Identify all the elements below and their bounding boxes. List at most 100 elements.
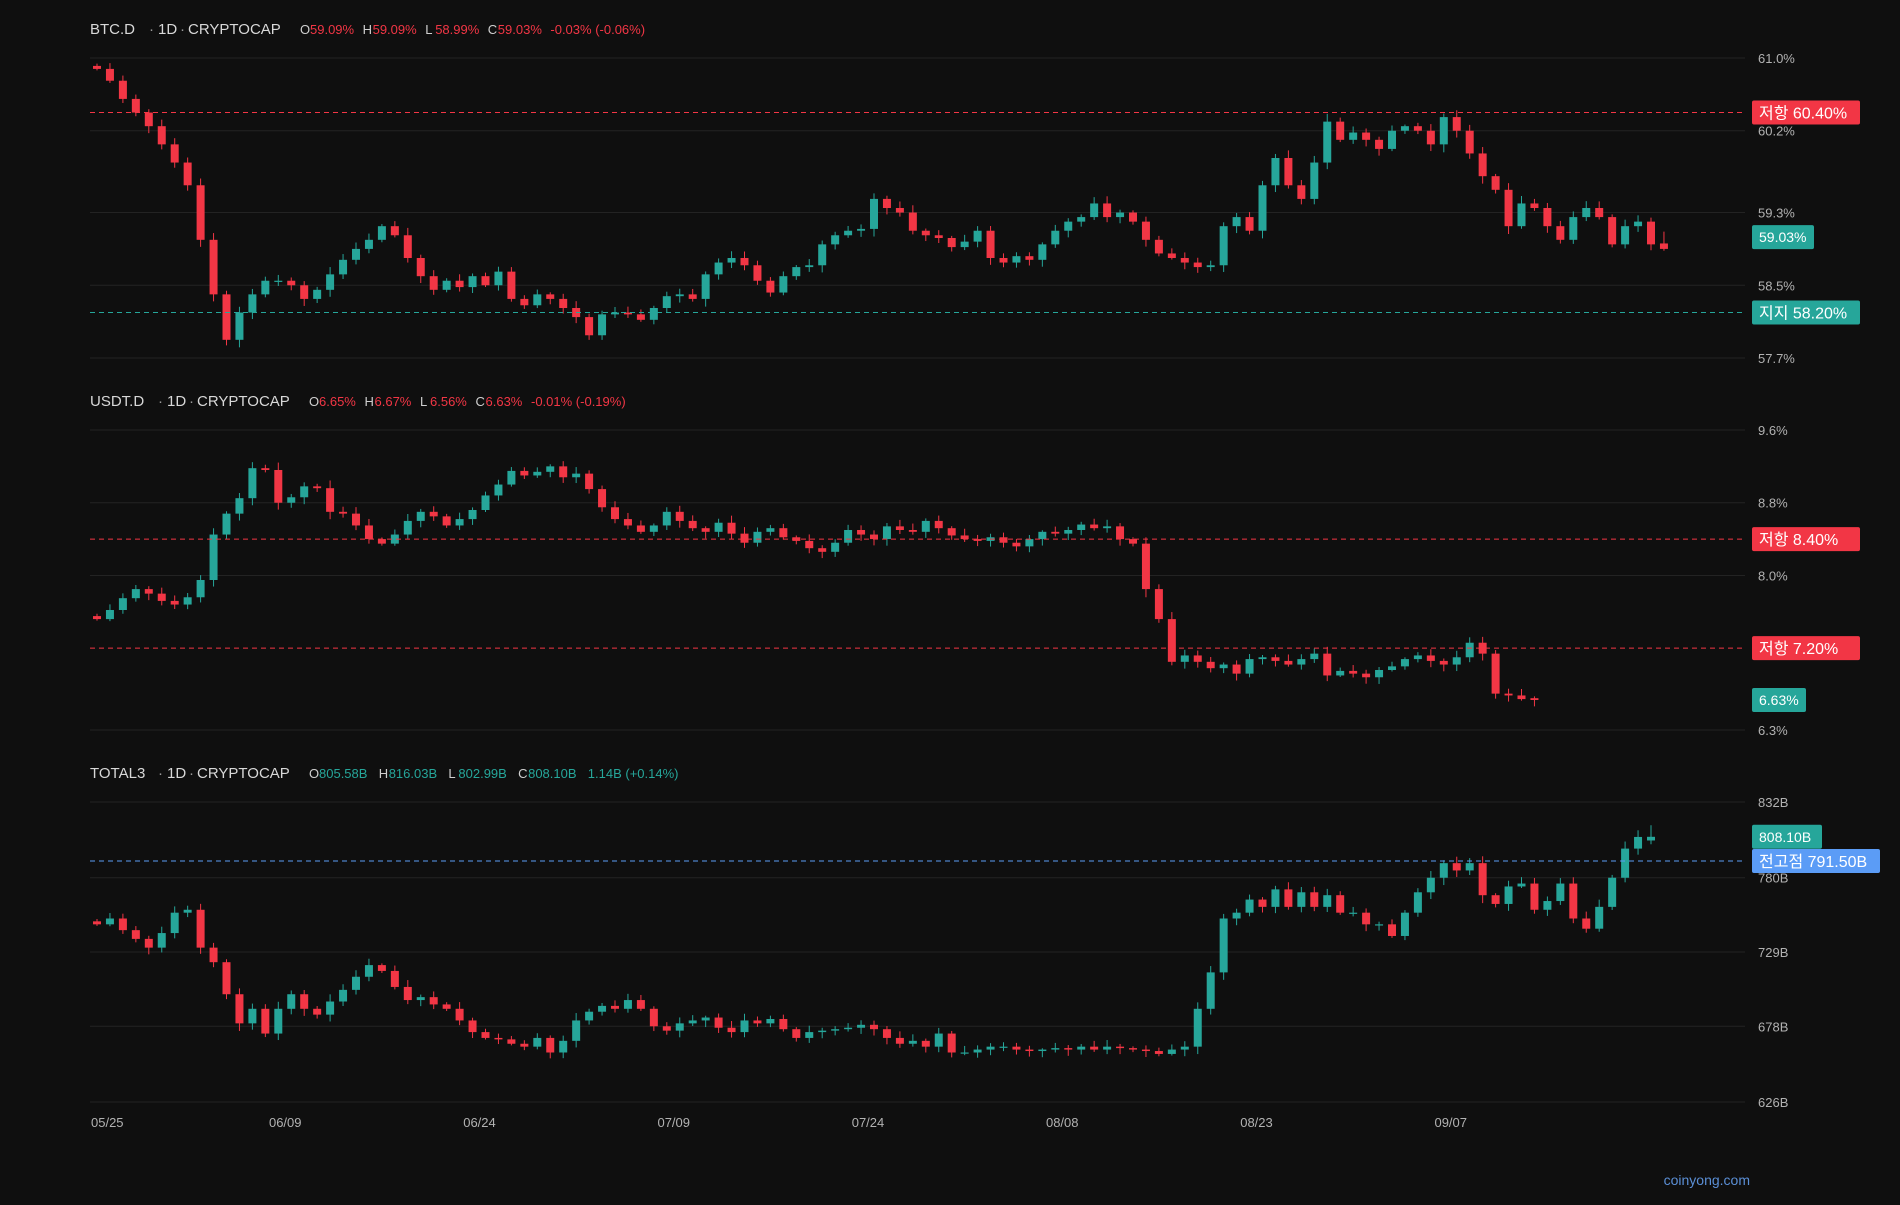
candle xyxy=(572,1020,581,1041)
candle xyxy=(1129,539,1137,544)
y-tick-label: 9.6% xyxy=(1758,423,1788,438)
chart-panel-btcd[interactable]: 61.0%60.2%59.3%58.5%57.7%BTC.D · 1D · CRYPTO… xyxy=(90,21,1860,366)
candle xyxy=(157,933,166,948)
ohlc-value-c: 59.03% xyxy=(498,22,543,37)
candle xyxy=(494,484,503,496)
candle xyxy=(377,226,386,240)
symbol-name: TOTAL3 xyxy=(90,765,145,782)
candle xyxy=(1245,659,1254,674)
candle xyxy=(507,271,516,299)
candle xyxy=(1219,226,1228,266)
resistance-level[interactable]: 저항 7.20% xyxy=(90,636,1860,661)
candle xyxy=(339,259,348,275)
support-level[interactable]: 지지 58.20% xyxy=(90,300,1860,325)
candle xyxy=(196,909,205,948)
candle xyxy=(442,1004,451,1009)
candle xyxy=(1232,664,1241,674)
candle xyxy=(442,516,451,526)
candle xyxy=(520,298,529,306)
candle xyxy=(352,248,360,260)
candle xyxy=(1595,906,1604,929)
candle xyxy=(636,314,645,320)
watermark-link[interactable]: coinyong.com xyxy=(1664,1172,1750,1188)
candle xyxy=(1413,126,1422,131)
candle xyxy=(1388,130,1396,149)
candle xyxy=(235,498,244,514)
candle xyxy=(1491,176,1500,190)
candle xyxy=(546,466,555,472)
candle xyxy=(533,294,542,306)
candle xyxy=(300,994,309,1009)
candle xyxy=(1336,670,1345,676)
candle xyxy=(1297,892,1306,907)
candle xyxy=(1310,653,1319,660)
candle xyxy=(662,511,671,526)
y-tick-label: 678B xyxy=(1758,1019,1788,1034)
candle xyxy=(390,226,399,236)
candle xyxy=(585,1011,594,1021)
ohlc-value-c: 808.10B xyxy=(528,766,576,781)
candle xyxy=(364,525,373,540)
y-tick-label: 6.3% xyxy=(1758,723,1788,738)
candle xyxy=(546,1037,555,1053)
candle xyxy=(1491,653,1500,694)
candle xyxy=(209,947,218,963)
candle xyxy=(973,230,982,242)
ohlc-key: L xyxy=(425,22,432,37)
ohlc-key: C xyxy=(476,394,485,409)
candle xyxy=(300,285,309,299)
candle xyxy=(701,528,710,532)
candle xyxy=(1038,1049,1047,1052)
candle xyxy=(429,997,438,1005)
candle xyxy=(1038,244,1047,260)
candle xyxy=(1530,203,1539,208)
candle xyxy=(805,540,814,549)
multi-chart-panel[interactable]: 61.0% 60.2% 59.3% 58.5% 57.7% BTC.D · 1D · CRYPTO… xyxy=(0,0,1900,1200)
candle xyxy=(947,528,956,536)
candle xyxy=(1167,1049,1176,1054)
candles xyxy=(93,461,1539,707)
candle xyxy=(921,1040,930,1047)
candle xyxy=(118,598,127,610)
y-tick-label: 8.0% xyxy=(1758,568,1788,583)
candle xyxy=(908,212,917,231)
candle xyxy=(921,520,930,532)
candle xyxy=(261,1008,270,1034)
candle xyxy=(1375,670,1384,678)
chart-canvas[interactable]: 61.0%60.2%59.3%58.5%57.7%BTC.D · 1D · CRYPTO… xyxy=(0,0,1900,1200)
last-price-label: 808.10B xyxy=(1759,829,1811,845)
candle xyxy=(1193,262,1202,268)
candle xyxy=(326,1001,335,1015)
candle xyxy=(170,912,179,934)
candle xyxy=(455,519,464,526)
candle xyxy=(546,294,555,299)
candle xyxy=(1400,659,1409,667)
candle xyxy=(1154,589,1163,620)
ohlc-key: H xyxy=(363,22,372,37)
candle xyxy=(481,276,490,286)
candle xyxy=(1064,530,1073,534)
candle xyxy=(1323,121,1332,163)
x-tick-label: 08/23 xyxy=(1240,1115,1273,1130)
candle xyxy=(1621,226,1630,245)
candle xyxy=(1064,221,1073,231)
candle xyxy=(947,238,956,248)
candle xyxy=(598,314,607,336)
candle xyxy=(364,239,373,249)
candle xyxy=(1116,526,1125,540)
candle xyxy=(1569,883,1578,919)
candle xyxy=(805,1032,814,1038)
candle xyxy=(1517,883,1526,887)
candle xyxy=(1012,1046,1021,1050)
candle xyxy=(559,466,568,478)
resistance-level[interactable]: 저항 60.40% xyxy=(90,100,1860,125)
resistance-level[interactable]: 저항 8.40% xyxy=(90,527,1860,552)
candle xyxy=(131,930,140,939)
candle xyxy=(1349,670,1358,674)
candle xyxy=(1297,185,1306,199)
prev_high-level[interactable]: 전고점 791.50B xyxy=(90,848,1880,873)
chart-panel-total3[interactable]: 832B780B729B678B626BTOTAL3 · 1D · CRYPTOCAP O… xyxy=(90,765,1880,1110)
chart-panel-usdtd[interactable]: 9.6%8.8%8.0%6.3%USDT.D · 1D · CRYPTOCAP O 6.65… xyxy=(90,393,1860,738)
candle xyxy=(1543,901,1552,910)
candle xyxy=(999,537,1008,543)
